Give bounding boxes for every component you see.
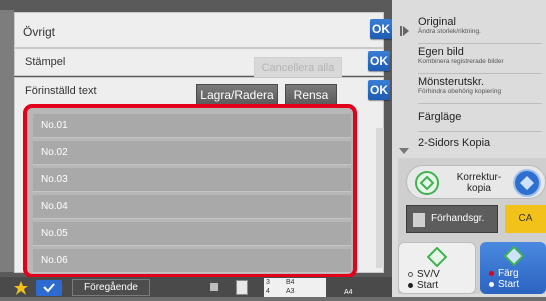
proof-copy-start-icon [415, 171, 439, 195]
bw-active-indicator-icon [408, 283, 413, 288]
preset-text-label: Förinställd text [25, 85, 97, 97]
clear-all-ca-button[interactable]: CA [505, 205, 546, 233]
star-icon[interactable] [14, 281, 28, 295]
tray-4-size: A3 [286, 288, 295, 295]
bw-start-icon [427, 247, 447, 267]
tray-indicator-icon [210, 283, 218, 291]
menu-item-original-sub: Ändra storlek/riktning. [418, 28, 481, 35]
menu-item-two-sided-copy-label: 2-Sidors Kopia [418, 137, 491, 149]
menu-item-two-sided-copy[interactable]: 2-Sidors Kopia [418, 137, 542, 149]
list-item-no03[interactable]: No.03 [33, 168, 351, 192]
tray-3-size: B4 [286, 279, 295, 286]
bw-indicator-icon [408, 272, 413, 277]
menu-item-color-mode-label: Färgläge [418, 111, 462, 123]
list-item-no05[interactable]: No.05 [33, 222, 351, 246]
menu-item-custom-image-sub: Kombinera registrerade bilder [418, 58, 504, 65]
color-start-label-1: Färg [498, 268, 519, 279]
color-start-icon [504, 246, 524, 266]
menu-item-original-label: Original [418, 16, 456, 28]
previous-button[interactable]: Föregående [72, 279, 150, 296]
bw-start-label-1: SV/V [417, 269, 440, 280]
paper-tray-status: 3 B4 4 A3 [264, 278, 326, 297]
bw-start-button[interactable]: SV/V Start [398, 242, 476, 294]
list-scrollbar[interactable] [376, 128, 384, 268]
checkmark-icon [43, 283, 55, 293]
list-item-no02[interactable]: No.02 [33, 141, 351, 165]
preset-text-list: No.01 No.02 No.03 No.04 No.05 No.06 [23, 104, 357, 278]
bw-start-label-2: Start [417, 280, 439, 291]
preview-icon [413, 213, 425, 227]
ok-button-other[interactable]: OK [370, 19, 392, 39]
stamp-label: Stämpel [25, 56, 66, 68]
menu-item-custom-image-label: Egen bild [418, 46, 464, 58]
preview-label: Förhandsgr. [431, 213, 485, 224]
menu-item-custom-image[interactable]: Egen bild Kombinera registrerade bilder [418, 46, 542, 65]
menu-separator [418, 73, 542, 74]
color-indicator-icon [489, 271, 494, 276]
clear-button[interactable]: Rensa [285, 84, 337, 105]
menu-item-pattern-print-sub: Förhindra obehörig kopiering [418, 88, 502, 95]
proof-copy-button[interactable]: Korrektur- kopia [406, 165, 546, 199]
menu-separator [418, 103, 542, 104]
menu-item-color-mode[interactable]: Färgläge [418, 111, 542, 123]
ok-button-stamp[interactable]: OK [368, 51, 390, 71]
cancel-all-button[interactable]: Cancellera alla [254, 57, 342, 78]
menu-item-pattern-print-label: Mönsterutskr. [418, 76, 485, 88]
save-delete-button[interactable]: Lagra/Radera [196, 84, 278, 105]
paper-size-indicator: A4 [344, 289, 353, 296]
preview-button[interactable]: Förhandsgr. [406, 205, 498, 233]
play-arrow-icon [400, 24, 410, 36]
check-button[interactable] [36, 280, 62, 296]
ok-button-preset-text[interactable]: OK [368, 80, 390, 100]
tray-4-number: 4 [266, 288, 270, 295]
scroll-down-icon[interactable] [398, 143, 410, 154]
background-edge [0, 10, 14, 272]
menu-separator [418, 43, 542, 44]
color-start-button[interactable]: Färg Start [480, 242, 546, 294]
menu-separator [418, 131, 542, 132]
menu-item-pattern-print[interactable]: Mönsterutskr. Förhindra obehörig kopieri… [418, 76, 542, 95]
list-item-no06[interactable]: No.06 [33, 249, 351, 273]
color-start-label-2: Start [498, 279, 520, 290]
menu-item-original[interactable]: Original Ändra storlek/riktning. [418, 16, 542, 35]
proof-copy-label: Korrektur- kopia [456, 172, 502, 194]
dialog-title: Övrigt [23, 25, 56, 39]
proof-copy-color-icon [513, 169, 541, 197]
list-item-no01[interactable]: No.01 [33, 114, 351, 138]
list-item-no04[interactable]: No.04 [33, 195, 351, 219]
trash-icon[interactable] [236, 280, 248, 295]
color-active-indicator-icon [489, 282, 494, 287]
tray-3-number: 3 [266, 279, 270, 286]
other-dialog-header: Övrigt [14, 12, 384, 48]
